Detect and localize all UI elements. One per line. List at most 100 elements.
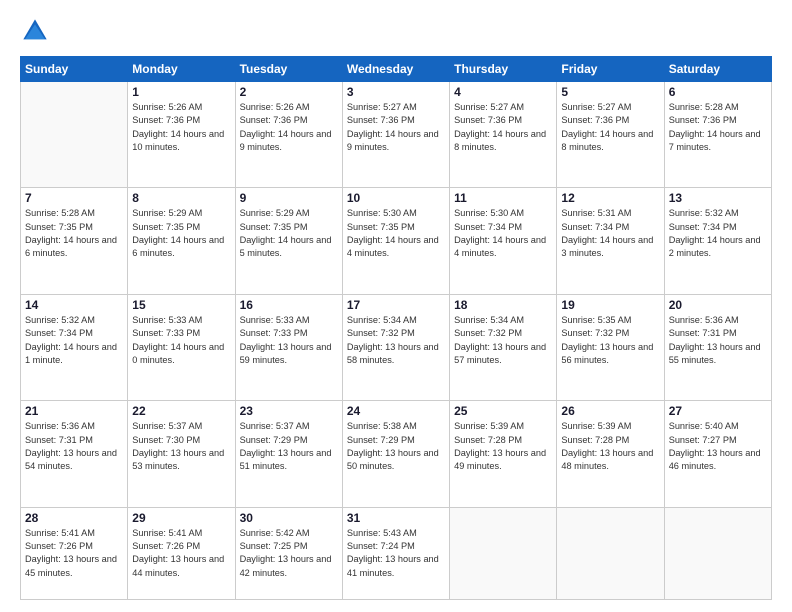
day-number: 30 [240, 511, 338, 525]
calendar-week-row: 21 Sunrise: 5:36 AMSunset: 7:31 PMDayligh… [21, 401, 772, 507]
day-number: 31 [347, 511, 445, 525]
cell-content: Sunrise: 5:35 AMSunset: 7:32 PMDaylight:… [561, 314, 659, 367]
calendar-cell: 16Sunrise: 5:33 AMSunset: 7:33 PMDayligh… [235, 294, 342, 400]
calendar-cell: 28 Sunrise: 5:41 AMSunset: 7:26 PMDayligh… [21, 507, 128, 599]
cell-content: Sunrise: 5:28 AMSunset: 7:35 PMDaylight:… [25, 207, 123, 260]
day-number: 26 [561, 404, 659, 418]
day-number: 23 [240, 404, 338, 418]
cell-content: Sunrise: 5:29 AMSunset: 7:35 PMDaylight:… [240, 207, 338, 260]
cell-content: Sunrise: 5:30 AMSunset: 7:35 PMDaylight:… [347, 207, 445, 260]
weekday-header-wednesday: Wednesday [342, 57, 449, 82]
calendar-week-row: 28 Sunrise: 5:41 AMSunset: 7:26 PMDayligh… [21, 507, 772, 599]
day-number: 1 [132, 85, 230, 99]
day-number: 7 [25, 191, 123, 205]
weekday-header-friday: Friday [557, 57, 664, 82]
day-number: 22 [132, 404, 230, 418]
day-number: 18 [454, 298, 552, 312]
calendar-cell: 19 Sunrise: 5:35 AMSunset: 7:32 PMDayligh… [557, 294, 664, 400]
cell-content: Sunrise: 5:39 AMSunset: 7:28 PMDaylight:… [454, 420, 552, 473]
day-number: 25 [454, 404, 552, 418]
day-number: 29 [132, 511, 230, 525]
calendar-cell [450, 507, 557, 599]
day-number: 15 [132, 298, 230, 312]
header [20, 16, 772, 46]
calendar-cell: 5 Sunrise: 5:27 AMSunset: 7:36 PMDaylight… [557, 82, 664, 188]
calendar-cell: 3 Sunrise: 5:27 AMSunset: 7:36 PMDaylight… [342, 82, 449, 188]
cell-content: Sunrise: 5:38 AMSunset: 7:29 PMDaylight:… [347, 420, 445, 473]
calendar-cell: 31Sunrise: 5:43 AMSunset: 7:24 PMDayligh… [342, 507, 449, 599]
calendar-cell: 18 Sunrise: 5:34 AMSunset: 7:32 PMDayligh… [450, 294, 557, 400]
calendar-cell: 26 Sunrise: 5:39 AMSunset: 7:28 PMDayligh… [557, 401, 664, 507]
calendar-cell: 9Sunrise: 5:29 AMSunset: 7:35 PMDaylight… [235, 188, 342, 294]
calendar-cell: 7 Sunrise: 5:28 AMSunset: 7:35 PMDaylight… [21, 188, 128, 294]
calendar-cell: 27 Sunrise: 5:40 AMSunset: 7:27 PMDayligh… [664, 401, 771, 507]
cell-content: Sunrise: 5:28 AMSunset: 7:36 PMDaylight:… [669, 101, 767, 154]
day-number: 17 [347, 298, 445, 312]
day-number: 11 [454, 191, 552, 205]
day-number: 10 [347, 191, 445, 205]
calendar-cell: 4 Sunrise: 5:27 AMSunset: 7:36 PMDaylight… [450, 82, 557, 188]
weekday-header-monday: Monday [128, 57, 235, 82]
cell-content: Sunrise: 5:31 AMSunset: 7:34 PMDaylight:… [561, 207, 659, 260]
day-number: 8 [132, 191, 230, 205]
calendar-cell: 1 Sunrise: 5:26 AMSunset: 7:36 PMDaylight… [128, 82, 235, 188]
weekday-header-tuesday: Tuesday [235, 57, 342, 82]
logo [20, 16, 54, 46]
calendar-cell: 20 Sunrise: 5:36 AMSunset: 7:31 PMDayligh… [664, 294, 771, 400]
day-number: 2 [240, 85, 338, 99]
day-number: 27 [669, 404, 767, 418]
cell-content: Sunrise: 5:33 AMSunset: 7:33 PMDaylight:… [132, 314, 230, 367]
cell-content: Sunrise: 5:29 AMSunset: 7:35 PMDaylight:… [132, 207, 230, 260]
day-number: 19 [561, 298, 659, 312]
calendar-week-row: 14 Sunrise: 5:32 AMSunset: 7:34 PMDayligh… [21, 294, 772, 400]
day-number: 14 [25, 298, 123, 312]
calendar-week-row: 7 Sunrise: 5:28 AMSunset: 7:35 PMDaylight… [21, 188, 772, 294]
day-number: 20 [669, 298, 767, 312]
cell-content: Sunrise: 5:27 AMSunset: 7:36 PMDaylight:… [347, 101, 445, 154]
calendar-cell [557, 507, 664, 599]
calendar-cell: 15 Sunrise: 5:33 AMSunset: 7:33 PMDayligh… [128, 294, 235, 400]
calendar-cell: 11 Sunrise: 5:30 AMSunset: 7:34 PMDayligh… [450, 188, 557, 294]
calendar-cell: 10 Sunrise: 5:30 AMSunset: 7:35 PMDayligh… [342, 188, 449, 294]
calendar-cell [21, 82, 128, 188]
weekday-header-saturday: Saturday [664, 57, 771, 82]
cell-content: Sunrise: 5:30 AMSunset: 7:34 PMDaylight:… [454, 207, 552, 260]
day-number: 12 [561, 191, 659, 205]
cell-content: Sunrise: 5:39 AMSunset: 7:28 PMDaylight:… [561, 420, 659, 473]
cell-content: Sunrise: 5:26 AMSunset: 7:36 PMDaylight:… [132, 101, 230, 154]
calendar-cell: 6 Sunrise: 5:28 AMSunset: 7:36 PMDaylight… [664, 82, 771, 188]
day-number: 3 [347, 85, 445, 99]
cell-content: Sunrise: 5:32 AMSunset: 7:34 PMDaylight:… [25, 314, 123, 367]
calendar-cell: 13Sunrise: 5:32 AMSunset: 7:34 PMDayligh… [664, 188, 771, 294]
day-number: 5 [561, 85, 659, 99]
day-number: 4 [454, 85, 552, 99]
calendar-cell: 21 Sunrise: 5:36 AMSunset: 7:31 PMDayligh… [21, 401, 128, 507]
weekday-header-row: SundayMondayTuesdayWednesdayThursdayFrid… [21, 57, 772, 82]
cell-content: Sunrise: 5:42 AMSunset: 7:25 PMDaylight:… [240, 527, 338, 580]
day-number: 16 [240, 298, 338, 312]
logo-icon [20, 16, 50, 46]
cell-content: Sunrise: 5:40 AMSunset: 7:27 PMDaylight:… [669, 420, 767, 473]
calendar-week-row: 1 Sunrise: 5:26 AMSunset: 7:36 PMDaylight… [21, 82, 772, 188]
calendar-table: SundayMondayTuesdayWednesdayThursdayFrid… [20, 56, 772, 600]
calendar-cell: 2 Sunrise: 5:26 AMSunset: 7:36 PMDaylight… [235, 82, 342, 188]
calendar-cell: 12 Sunrise: 5:31 AMSunset: 7:34 PMDayligh… [557, 188, 664, 294]
cell-content: Sunrise: 5:41 AMSunset: 7:26 PMDaylight:… [132, 527, 230, 580]
cell-content: Sunrise: 5:34 AMSunset: 7:32 PMDaylight:… [454, 314, 552, 367]
calendar-cell: 17 Sunrise: 5:34 AMSunset: 7:32 PMDayligh… [342, 294, 449, 400]
day-number: 28 [25, 511, 123, 525]
cell-content: Sunrise: 5:34 AMSunset: 7:32 PMDaylight:… [347, 314, 445, 367]
cell-content: Sunrise: 5:36 AMSunset: 7:31 PMDaylight:… [669, 314, 767, 367]
calendar-cell: 24Sunrise: 5:38 AMSunset: 7:29 PMDayligh… [342, 401, 449, 507]
day-number: 6 [669, 85, 767, 99]
cell-content: Sunrise: 5:27 AMSunset: 7:36 PMDaylight:… [454, 101, 552, 154]
cell-content: Sunrise: 5:36 AMSunset: 7:31 PMDaylight:… [25, 420, 123, 473]
cell-content: Sunrise: 5:27 AMSunset: 7:36 PMDaylight:… [561, 101, 659, 154]
cell-content: Sunrise: 5:32 AMSunset: 7:34 PMDaylight:… [669, 207, 767, 260]
cell-content: Sunrise: 5:41 AMSunset: 7:26 PMDaylight:… [25, 527, 123, 580]
day-number: 21 [25, 404, 123, 418]
calendar-cell: 22Sunrise: 5:37 AMSunset: 7:30 PMDayligh… [128, 401, 235, 507]
calendar-cell: 29 Sunrise: 5:41 AMSunset: 7:26 PMDayligh… [128, 507, 235, 599]
cell-content: Sunrise: 5:37 AMSunset: 7:29 PMDaylight:… [240, 420, 338, 473]
cell-content: Sunrise: 5:26 AMSunset: 7:36 PMDaylight:… [240, 101, 338, 154]
